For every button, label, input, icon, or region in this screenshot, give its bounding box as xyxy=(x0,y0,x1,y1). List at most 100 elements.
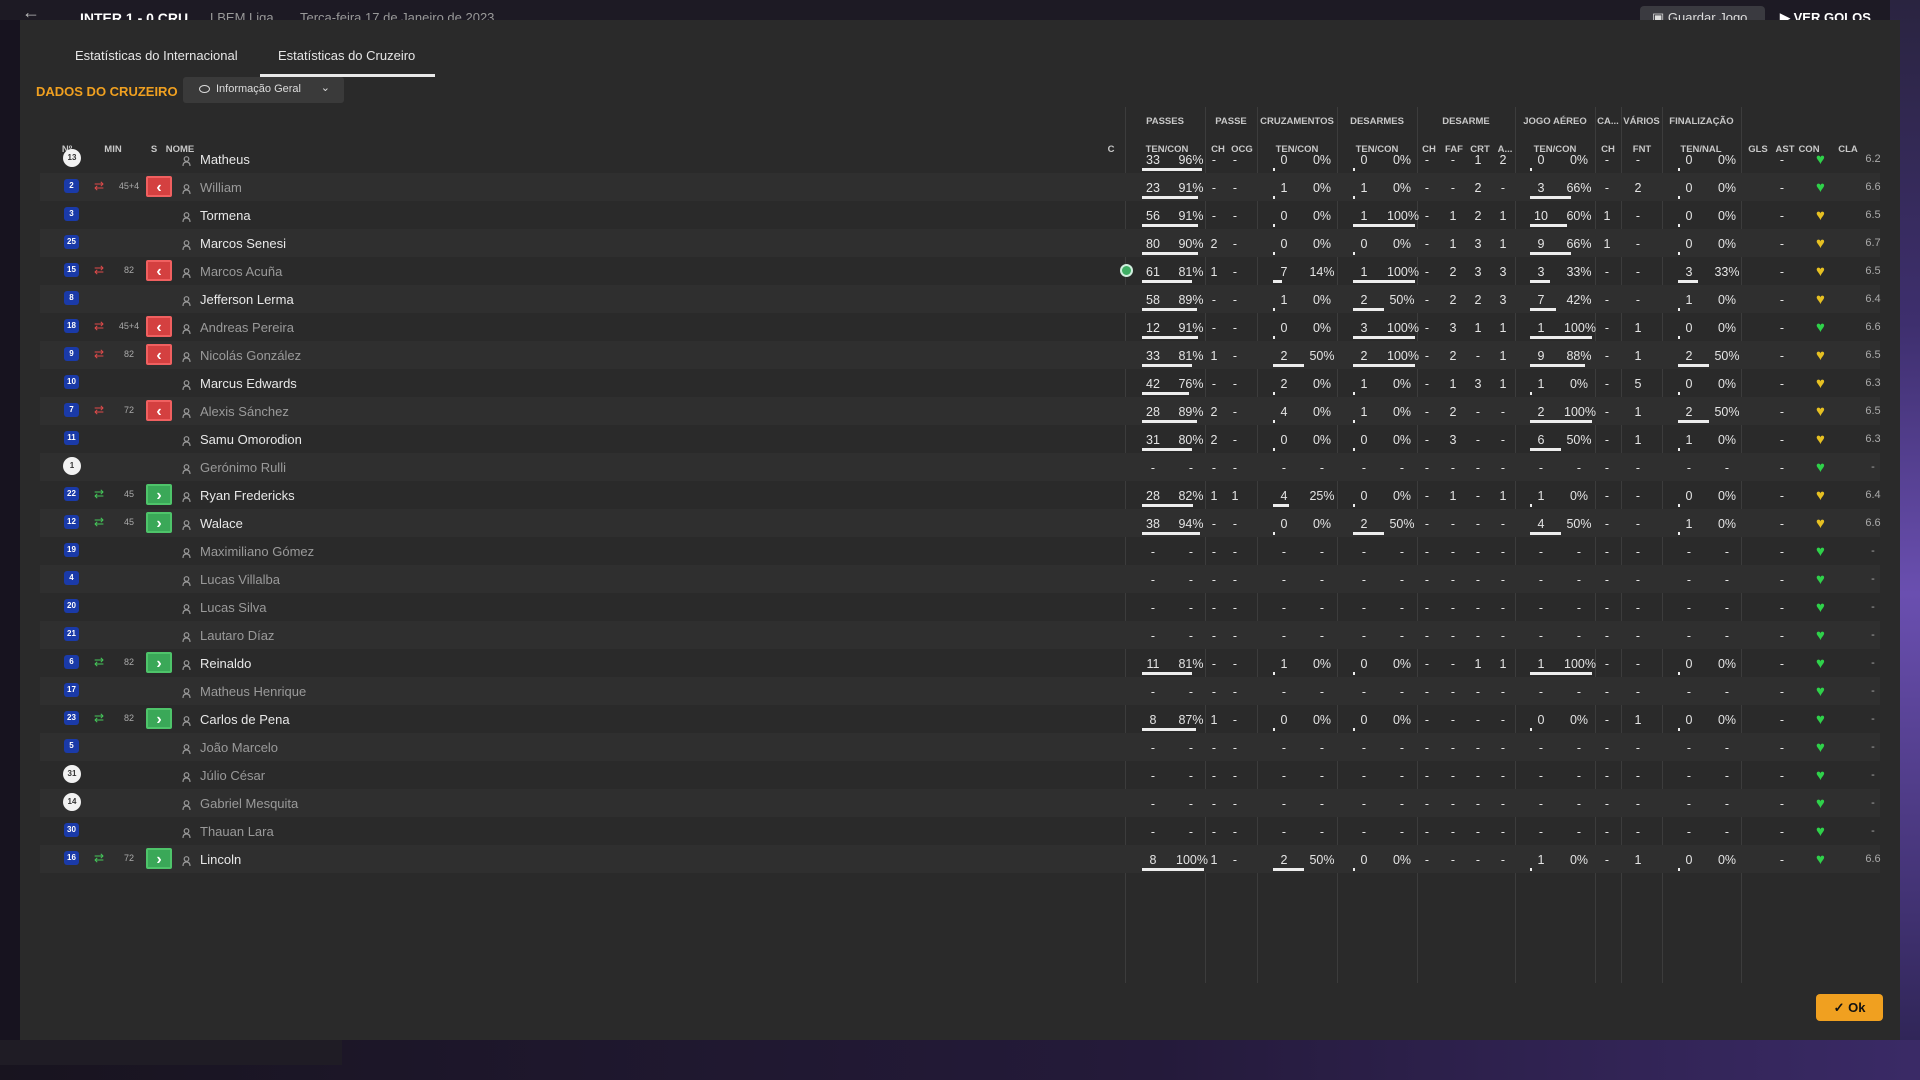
table-row[interactable]: 18 ⇄ 45+4 ‹ Andreas Pereira 12 91% - -0 0% 3 100% -3… xyxy=(40,313,1881,341)
table-row[interactable]: 20 Lucas Silva - - - - - - - - - - - - - - - - - - - ♥ - xyxy=(40,593,1880,621)
player-icon xyxy=(182,825,191,839)
table-row[interactable]: 5 João Marcelo - - - - - - - - - - - - - - - - - - - ♥ - xyxy=(40,733,1880,761)
ca-ch: - xyxy=(1604,181,1610,195)
table-row[interactable]: 10 Marcus Edwards 42 76% - -2 0% 1 0% -1 3 1 1 0% -5 0 0… xyxy=(40,369,1881,397)
player-name-link[interactable]: Lucas Silva xyxy=(200,600,266,615)
table-row[interactable]: 19 Maximiliano Gómez - - - - - - - - - - - - - - - - - - - ♥ - xyxy=(40,537,1880,565)
view-dropdown-label: Informação Geral xyxy=(216,83,301,95)
player-name-link[interactable]: Thauan Lara xyxy=(200,824,274,839)
table-row[interactable]: 21 Lautaro Díaz - - - - - - - - - - - - - - - - - - - ♥ - xyxy=(40,621,1880,649)
table-row[interactable]: 3 Tormena 56 91% - -0 0% 1 100% -1 2 1 10 60% 1-0 0% - ♥ 6… xyxy=(40,201,1881,229)
table-row[interactable]: 2 ⇄ 45+4 ‹ William 23 91% - -1 0% 1 0% - -2-3 66% -2 0 0%… xyxy=(40,173,1881,201)
passes-attempts: 28 xyxy=(1146,405,1160,419)
passes-attempts: - xyxy=(1150,741,1156,755)
table-row[interactable]: 15 ⇄ 82 ‹ Marcos Acuña 61 81% 1-7 14% 1 100% -2 3 3 3 3… xyxy=(40,257,1881,285)
tackles-percent: 0% xyxy=(1392,433,1412,447)
pass-ocg: - xyxy=(1232,349,1238,363)
tackles-percent: 100% xyxy=(1387,209,1419,223)
tackle-faf: - xyxy=(1450,769,1456,783)
tackles-percent: - xyxy=(1399,685,1405,699)
ok-button[interactable]: ✓ Ok xyxy=(1816,994,1883,1021)
shirt-number-badge: 6 xyxy=(64,655,79,669)
table-row[interactable]: 25 Marcos Senesi 80 90% 2-0 0% 0 0% -1 3 1 9 66% 1-0 0… xyxy=(40,229,1881,257)
view-dropdown[interactable]: Informação Geral ⌄ xyxy=(183,77,344,103)
pass-ch: - xyxy=(1211,601,1217,615)
table-row[interactable]: 7 ⇄ 72 ‹ Alexis Sánchez 28 89% 2-4 0% 1 0% -2- -2 100… xyxy=(40,397,1881,425)
aerial-attempts: 1 xyxy=(1537,377,1545,391)
crosses-attempts: 0 xyxy=(1280,209,1288,223)
pass-ch: 1 xyxy=(1210,489,1218,503)
player-name-link[interactable]: William xyxy=(200,180,242,195)
player-name-link[interactable]: João Marcelo xyxy=(200,740,278,755)
player-name-link[interactable]: Lautaro Díaz xyxy=(200,628,274,643)
player-name-link[interactable]: Reinaldo xyxy=(200,656,251,671)
player-name-link[interactable]: Marcus Edwards xyxy=(200,376,297,391)
player-name-link[interactable]: Marcos Acuña xyxy=(200,264,282,279)
table-row[interactable]: 13 Matheus 33 96% - -0 0% 0 0% - -1 2 0 0% - -0 0% - ♥ 6.2 xyxy=(40,145,1881,173)
crosses-percent: 0% xyxy=(1312,405,1332,419)
passes-attempts: 80 xyxy=(1146,237,1160,251)
condition-heart-icon: ♥ xyxy=(1816,795,1825,812)
table-row[interactable]: 17 Matheus Henrique - - - - - - - - - - - - - - - - - - - ♥ - xyxy=(40,677,1880,705)
passes-attempts: 28 xyxy=(1146,489,1160,503)
tackle-ch: - xyxy=(1424,237,1430,251)
shots-percent: 0% xyxy=(1717,377,1737,391)
table-row[interactable]: 1 Gerónimo Rulli - - - - - - - - - - - - - - - - - - - ♥ - xyxy=(40,453,1880,481)
table-row[interactable]: 23 ⇄ 82 › Carlos de Pena 8 87% 1-0 0% 0 0% - - - -0 0% -… xyxy=(40,705,1880,733)
tab-cruzeiro-stats[interactable]: Estatísticas do Cruzeiro xyxy=(259,48,436,77)
player-name-link[interactable]: Ryan Fredericks xyxy=(200,488,295,503)
player-name-link[interactable]: Júlio César xyxy=(200,768,265,783)
table-row[interactable]: 14 Gabriel Mesquita - - - - - - - - - - - - - - - - - - - ♥ - xyxy=(40,789,1880,817)
player-name-link[interactable]: Lincoln xyxy=(200,852,241,867)
ca-ch: - xyxy=(1604,293,1610,307)
tackle-ch: - xyxy=(1424,657,1430,671)
player-name-link[interactable]: Walace xyxy=(200,516,243,531)
player-name-link[interactable]: Matheus xyxy=(200,152,250,167)
tackle-faf: 2 xyxy=(1449,265,1457,279)
player-name-link[interactable]: Matheus Henrique xyxy=(200,684,306,699)
various-fnt: - xyxy=(1635,825,1641,839)
aerial-attempts: 2 xyxy=(1537,405,1545,419)
pass-ocg: - xyxy=(1232,293,1238,307)
aerial-bar xyxy=(1530,252,1571,255)
table-row[interactable]: 11 Samu Omorodion 31 80% 2-0 0% 0 0% -3- -6 50% -1 1… xyxy=(40,425,1881,453)
table-row[interactable]: 30 Thauan Lara - - - - - - - - - - - - - - - - - - - ♥ - xyxy=(40,817,1880,845)
player-name-link[interactable]: Alexis Sánchez xyxy=(200,404,289,419)
shots-percent: 0% xyxy=(1717,489,1737,503)
player-icon xyxy=(182,797,191,811)
table-row[interactable]: 6 ⇄ 82 › Reinaldo 11 81% - -1 0% 0 0% - -1 1 1 100% - -0 0%… xyxy=(40,649,1880,677)
condition-heart-icon: ♥ xyxy=(1816,571,1825,588)
various-fnt: - xyxy=(1635,461,1641,475)
pass-ch: - xyxy=(1211,545,1217,559)
player-name-link[interactable]: Gerónimo Rulli xyxy=(200,460,286,475)
table-row[interactable]: 22 ⇄ 45 › Ryan Fredericks 28 82% 1 1 4 25% 0 0% -1-1 1… xyxy=(40,481,1881,509)
player-name-link[interactable]: Marcos Senesi xyxy=(200,236,286,251)
assists: - xyxy=(1779,209,1785,223)
table-row[interactable]: 8 Jefferson Lerma 58 89% - -1 0% 2 50% -2 2 3 7 42% - -… xyxy=(40,285,1881,313)
pass-ch: - xyxy=(1211,769,1217,783)
passes-percent: - xyxy=(1188,741,1194,755)
table-row[interactable]: 12 ⇄ 45 › Walace 38 94% - -0 0% 2 50% - - - -4 50% - -1 0% -… xyxy=(40,509,1881,537)
player-name-link[interactable]: Gabriel Mesquita xyxy=(200,796,298,811)
player-name-link[interactable]: Lucas Villalba xyxy=(200,572,280,587)
player-name-link[interactable]: Carlos de Pena xyxy=(200,712,290,727)
table-row[interactable]: 4 Lucas Villalba - - - - - - - - - - - - - - - - - - - ♥ - xyxy=(40,565,1880,593)
player-name-link[interactable]: Samu Omorodion xyxy=(200,432,302,447)
player-name-link[interactable]: Tormena xyxy=(200,208,251,223)
condition-heart-icon: ♥ xyxy=(1816,823,1825,840)
table-row[interactable]: 9 ⇄ 82 ‹ Nicolás González 33 81% 1-2 50% 2 100% -2-… xyxy=(40,341,1881,369)
aerial-bar xyxy=(1530,672,1592,675)
shots-percent: 0% xyxy=(1717,153,1737,167)
crosses-attempts: 1 xyxy=(1280,293,1288,307)
player-name-link[interactable]: Maximiliano Gómez xyxy=(200,544,314,559)
player-name-link[interactable]: Jefferson Lerma xyxy=(200,292,294,307)
table-row[interactable]: 16 ⇄ 72 › Lincoln 8 100% 1-2 50% 0 0% - - - -1 0% -1 0 0% -… xyxy=(40,845,1881,873)
player-rating: 6.4 xyxy=(1865,293,1881,305)
tackle-a: - xyxy=(1500,545,1506,559)
table-row[interactable]: 31 Júlio César - - - - - - - - - - - - - - - - - - - ♥ - xyxy=(40,761,1880,789)
shirt-number-badge: 20 xyxy=(64,599,79,613)
player-name-link[interactable]: Andreas Pereira xyxy=(200,320,294,335)
tab-internacional-stats[interactable]: Estatísticas do Internacional xyxy=(75,48,238,63)
tackle-crt: 2 xyxy=(1474,209,1482,223)
player-name-link[interactable]: Nicolás González xyxy=(200,348,301,363)
